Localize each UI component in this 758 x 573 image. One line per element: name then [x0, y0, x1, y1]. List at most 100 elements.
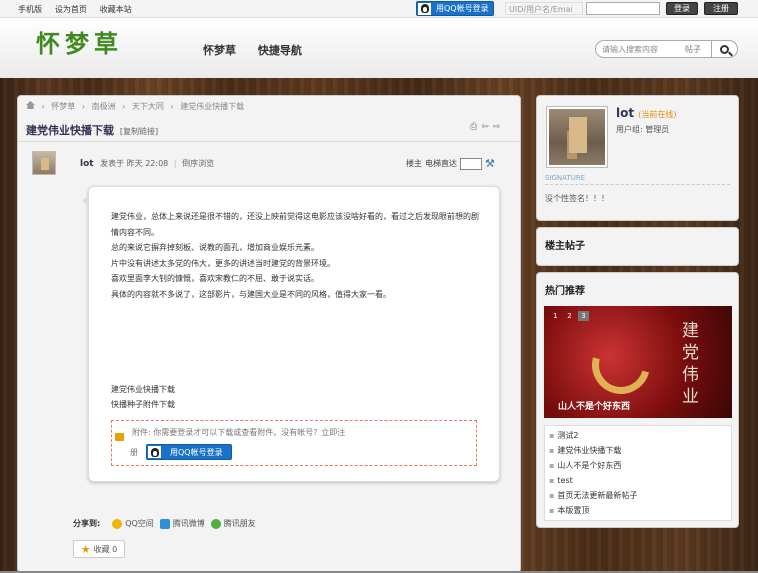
copy-link[interactable]: [复制链接] — [120, 127, 158, 136]
list-item[interactable]: 山人不是个好东西 — [549, 458, 727, 473]
post-body: 建党伟业，总体上来说还是很不错的，还没上映前觉得这电影应该没啥好看的，看过之后发… — [82, 186, 500, 482]
breadcrumb: › 怀梦草 › 南极洲 › 天下大同 › 建党伟业快播下载 — [26, 101, 248, 112]
register-button[interactable]: 注册 — [704, 2, 738, 15]
user-name[interactable]: lot — [616, 106, 634, 120]
share-weibo[interactable]: 腾讯微博 — [173, 518, 205, 529]
page-title: 建党伟业快播下载 [复制链接] — [26, 122, 158, 138]
floor-posts-panel: 楼主帖子 — [536, 227, 739, 266]
qq-penguin-icon — [148, 446, 161, 458]
slide-1[interactable]: 1 — [550, 311, 561, 321]
signature-label: SIGNATURE — [545, 174, 730, 185]
user-name-line: lot (当前在线) — [616, 106, 677, 120]
tencent-friend-icon[interactable] — [210, 518, 221, 529]
content-paragraph: 喜欢里面李大钊的慷慨，喜欢宋教仁的不屈、敢于说实话。 — [111, 274, 319, 283]
search-button[interactable] — [711, 40, 737, 58]
crumb-sep: › — [122, 102, 126, 111]
banner-caption[interactable]: 山人不是个好东西 — [558, 399, 630, 412]
search-box: 请输入搜索内容 帖子 — [595, 40, 738, 58]
slide-2[interactable]: 2 — [564, 311, 575, 321]
content-paragraph: 具体的内容就不多说了，这部影片，与建国大业是不同的风格，值得大家一看。 — [111, 289, 391, 299]
reverse-order-link[interactable]: 倒序浏览 — [182, 159, 214, 168]
slide-3[interactable]: 3 — [578, 311, 589, 321]
post-time: 昨天 22:08 — [126, 159, 169, 168]
tencent-weibo-icon[interactable] — [159, 518, 170, 529]
login-button[interactable]: 登录 — [666, 2, 698, 15]
share-label: 分享到: — [73, 519, 101, 528]
online-status: (当前在线) — [638, 110, 677, 119]
floor-posts-title: 楼主帖子 — [545, 241, 585, 252]
user-avatar[interactable] — [546, 106, 608, 168]
crumb-sep: › — [170, 102, 174, 111]
print-icon[interactable]: ⎙ — [470, 122, 477, 132]
qq-login-button[interactable]: 用QQ帐号登录 — [416, 1, 494, 16]
share-friend[interactable]: 腾讯朋友 — [224, 518, 256, 529]
slide-pager: 1 2 3 — [550, 311, 589, 321]
crumb-thread[interactable]: 建党伟业快播下载 — [180, 102, 244, 111]
share-qzone[interactable]: QQ空间 — [125, 518, 154, 529]
list-item[interactable]: 本版置顶 — [549, 503, 727, 518]
link-set-home[interactable]: 设为首页 — [55, 5, 87, 14]
next-icon[interactable]: ⇨ — [493, 122, 501, 132]
attachment-text: 附件: 你需要登录才可以下载或查看附件。没有帐号？立即注 — [132, 428, 346, 437]
download-lines: 建党伟业快播下载 快播种子附件下载 — [111, 382, 175, 412]
uid-label: UID/用户名/Emai — [505, 2, 583, 15]
post-content: 建党伟业，总体上来说还是很不错的，还没上映前觉得这电影应该没啥好看的，看过之后发… — [111, 209, 486, 302]
site-logo[interactable]: 怀梦草 — [36, 24, 123, 59]
register-link[interactable]: 册 — [130, 447, 138, 458]
content-paragraph: 建党伟业，总体上来说还是很不错的，还没上映前觉得这电影应该没啥好看的，看过之后发… — [111, 212, 479, 237]
link-mobile[interactable]: 手机版 — [18, 5, 42, 14]
hot-banner[interactable]: 1 2 3 建党伟业 山人不是个好东西 — [544, 306, 732, 418]
list-item[interactable]: 首页无法更新最新帖子 — [549, 488, 727, 503]
qzone-icon[interactable] — [112, 518, 123, 529]
banner-text: 建党伟业 — [682, 321, 699, 407]
crumb-site[interactable]: 怀梦草 — [51, 102, 75, 111]
qq-login-label: 用QQ帐号登录 — [170, 447, 223, 457]
content-paragraph: 片中没有讲述太多党的伟大，更多的讲述当时建党的背景环境。 — [111, 258, 335, 268]
thread-title: 建党伟业快播下载 — [26, 124, 114, 137]
thread-tools: ⎙ ⇦ ⇨ — [470, 122, 500, 132]
link-bookmark[interactable]: 收藏本站 — [100, 5, 132, 14]
signature-text: 没个性签名！！！ — [545, 194, 609, 203]
attachment-qq-login-button[interactable]: 用QQ帐号登录 — [146, 444, 232, 460]
nav-home[interactable]: 怀梦草 — [203, 44, 236, 57]
share-bar: 分享到: QQ空间 腾讯微博 腾讯朋友 — [73, 518, 256, 529]
nav-quick[interactable]: 快捷导航 — [258, 44, 302, 57]
floor-tools: 楼主 电梯直达 ⚒ — [406, 157, 495, 170]
list-item[interactable]: test — [549, 473, 727, 488]
wrench-icon[interactable]: ⚒ — [485, 157, 495, 170]
site-header: 怀梦草 怀梦草 快捷导航 请输入搜索内容 帖子 — [0, 18, 758, 78]
qq-penguin-icon — [418, 2, 431, 15]
thread-panel: › 怀梦草 › 南极洲 › 天下大同 › 建党伟业快播下载 建党伟业快播下载 [… — [17, 95, 521, 573]
search-category[interactable]: 帖子 — [685, 44, 701, 55]
hot-panel: 热门推荐 1 2 3 建党伟业 山人不是个好东西 测试2 建党伟业快播下载 山人… — [536, 272, 739, 528]
top-links: 手机版 设为首页 收藏本站 — [18, 4, 142, 15]
star-icon: ★ — [80, 542, 91, 556]
crumb-board[interactable]: 天下大同 — [132, 102, 164, 111]
attachment-notice: 附件: 你需要登录才可以下载或查看附件。没有帐号？立即注 册 用QQ帐号登录 — [111, 420, 477, 466]
crumb-sep: › — [81, 102, 86, 111]
qq-login-label: 用QQ帐号登录 — [436, 4, 489, 13]
list-item[interactable]: 建党伟业快播下载 — [549, 443, 727, 458]
bubble-arrow — [82, 195, 89, 207]
favorite-label: 收藏 0 — [93, 544, 118, 554]
search-input[interactable]: 请输入搜索内容 — [602, 44, 658, 55]
posted-label: 发表于 — [100, 159, 125, 168]
download-line: 快播种子附件下载 — [111, 400, 175, 409]
hot-title: 热门推荐 — [545, 286, 585, 297]
elevator-input[interactable] — [460, 157, 482, 170]
post-meta: lot 发表于 昨天 22:08 | 倒序浏览 — [80, 158, 214, 169]
password-input[interactable] — [586, 2, 660, 15]
post-author[interactable]: lot — [80, 159, 94, 169]
list-item[interactable]: 测试2 — [549, 428, 727, 443]
crumb-forum[interactable]: 南极洲 — [92, 102, 116, 111]
avatar[interactable] — [32, 151, 56, 175]
home-icon[interactable] — [26, 101, 35, 109]
user-panel: lot (当前在线) 用户组: 管理员 SIGNATURE 没个性签名！！！ — [536, 95, 739, 221]
favorite-button[interactable]: ★ 收藏 0 — [73, 540, 125, 558]
search-icon — [720, 44, 729, 54]
divider — [18, 141, 520, 142]
prev-icon[interactable]: ⇦ — [481, 122, 489, 132]
hot-list: 测试2 建党伟业快播下载 山人不是个好东西 test 首页无法更新最新帖子 本版… — [544, 425, 732, 521]
download-line: 建党伟业快播下载 — [111, 385, 175, 394]
floor-label: 楼主 — [406, 159, 422, 168]
